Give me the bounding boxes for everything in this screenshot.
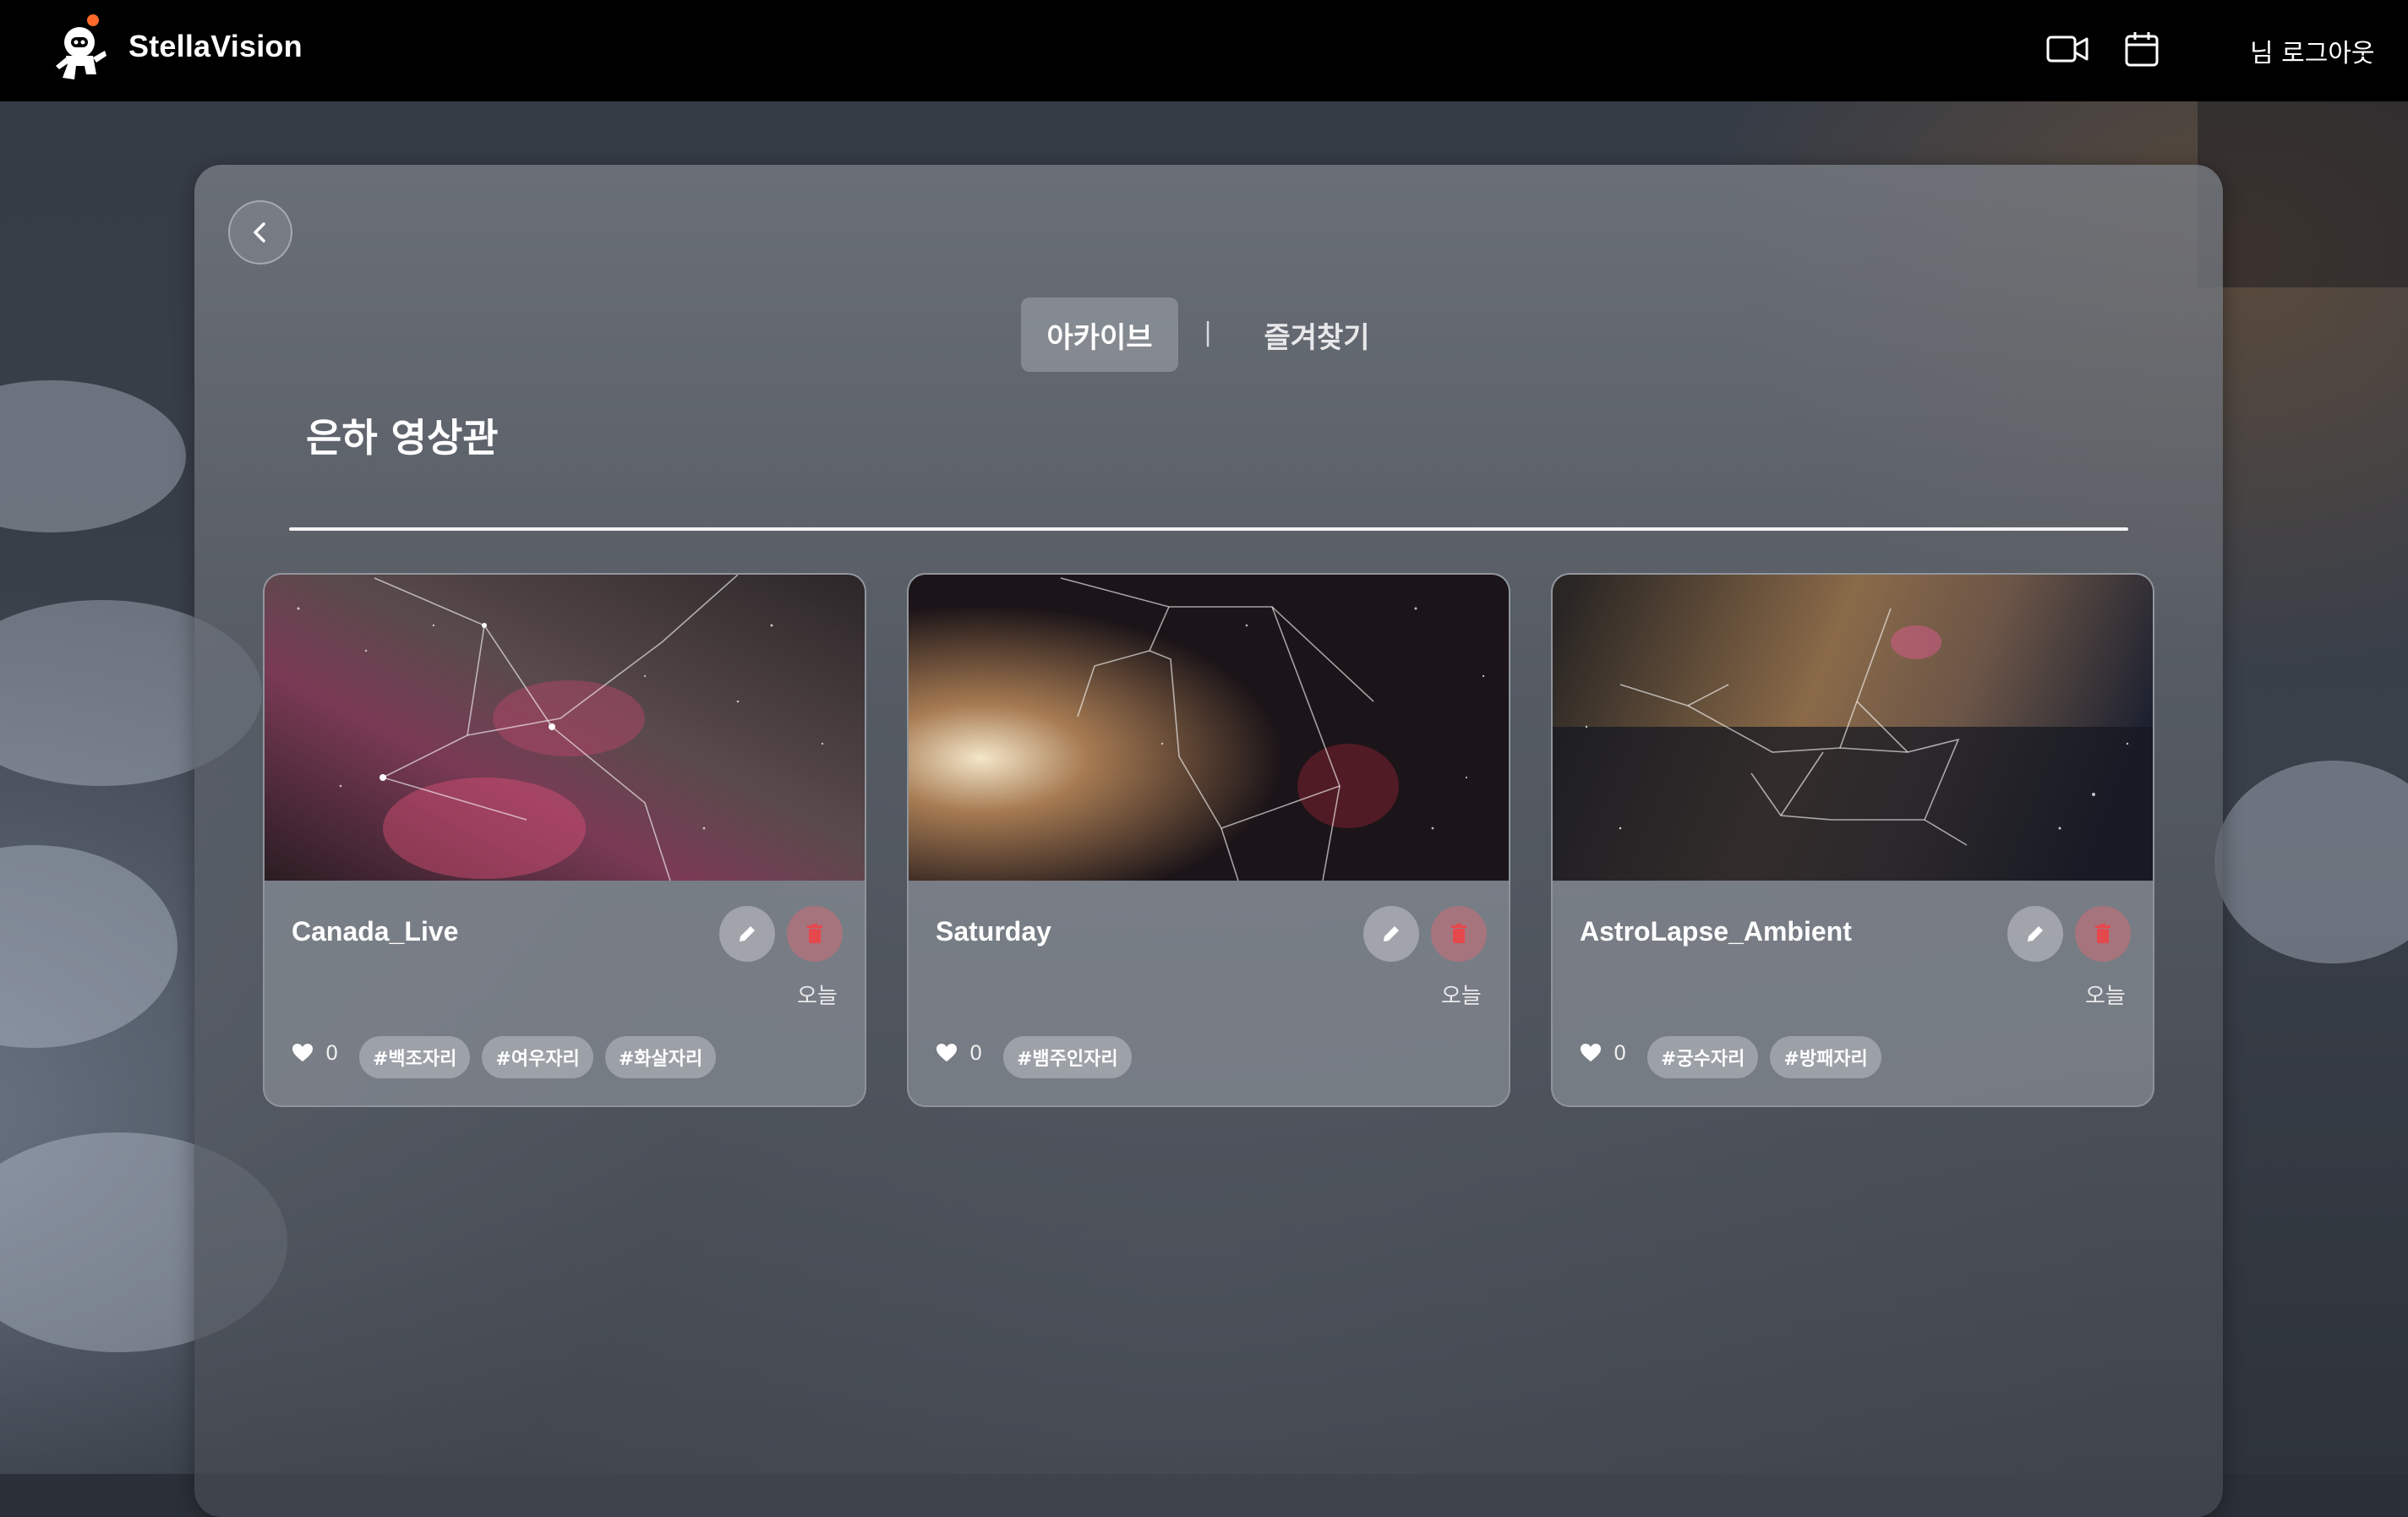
heart-icon[interactable] <box>1580 1043 1602 1063</box>
tab-archive[interactable]: 아카이브 <box>1021 297 1178 372</box>
video-card[interactable]: Canada_Live 오늘 0 #백조자리 #여우자리 #화살자리 <box>263 573 866 1107</box>
tab-favorites[interactable]: 즐겨찾기 <box>1249 297 1384 372</box>
like-count-value: 0 <box>969 1041 983 1065</box>
pencil-icon <box>1384 926 1399 941</box>
pencil-icon <box>2028 926 2043 941</box>
tag-list: #백조자리 #여우자리 #화살자리 <box>359 1036 717 1078</box>
edit-button[interactable] <box>2007 906 2063 962</box>
video-card[interactable]: Saturday 오늘 0 #뱀주인자리 <box>907 573 1510 1107</box>
section-title: 은하 영상관 <box>306 415 499 461</box>
astronaut-logo-icon[interactable] <box>51 12 110 88</box>
section-divider <box>289 527 2128 531</box>
tag-chip[interactable]: #뱀주인자리 <box>1003 1036 1132 1078</box>
card-title[interactable]: AstroLapse_Ambient <box>1580 916 1852 947</box>
tag-list: #뱀주인자리 <box>1003 1036 1132 1078</box>
calendar-icon[interactable] <box>2123 30 2160 68</box>
delete-button[interactable] <box>2075 906 2131 962</box>
card-date: 오늘 <box>1441 984 1482 1009</box>
top-navigation-bar: StellaVision 님 로그아웃 <box>0 0 2408 101</box>
like-count[interactable]: 0 <box>936 1041 982 1065</box>
like-count-value: 0 <box>325 1041 339 1065</box>
card-date: 오늘 <box>797 984 838 1009</box>
like-count[interactable]: 0 <box>1580 1041 1626 1065</box>
card-title[interactable]: Saturday <box>936 916 1051 947</box>
delete-button[interactable] <box>787 906 843 962</box>
tag-chip[interactable]: #방패자리 <box>1770 1036 1881 1078</box>
trash-icon <box>1451 924 1466 943</box>
tag-chip[interactable]: #궁수자리 <box>1647 1036 1759 1078</box>
edit-button[interactable] <box>1363 906 1419 962</box>
tag-chip[interactable]: #여우자리 <box>482 1036 593 1078</box>
card-title[interactable]: Canada_Live <box>292 916 458 947</box>
card-thumbnail <box>909 575 1509 881</box>
chevron-left-icon <box>254 222 265 243</box>
trash-icon <box>2095 924 2110 943</box>
card-date: 오늘 <box>2085 984 2126 1009</box>
trash-icon <box>807 924 822 943</box>
video-card[interactable]: AstroLapse_Ambient 오늘 0 #궁수자리 #방패자리 <box>1551 573 2154 1107</box>
tab-separator: | <box>1204 318 1213 347</box>
like-count-value: 0 <box>1614 1041 1627 1065</box>
card-thumbnail <box>265 575 865 881</box>
edit-button[interactable] <box>719 906 775 962</box>
video-camera-icon[interactable] <box>2045 30 2089 68</box>
tag-chip[interactable]: #백조자리 <box>359 1036 471 1078</box>
tag-chip[interactable]: #화살자리 <box>604 1036 717 1078</box>
card-thumbnail <box>1553 575 2153 881</box>
brand-name[interactable]: StellaVision <box>128 29 303 64</box>
heart-icon[interactable] <box>292 1043 314 1063</box>
tag-list: #궁수자리 #방패자리 <box>1647 1036 1881 1078</box>
heart-icon[interactable] <box>936 1043 958 1063</box>
logout-link[interactable]: 님 로그아웃 <box>2250 32 2375 69</box>
like-count[interactable]: 0 <box>292 1041 338 1065</box>
pencil-icon <box>740 926 755 941</box>
back-button[interactable] <box>228 200 292 265</box>
delete-button[interactable] <box>1431 906 1487 962</box>
